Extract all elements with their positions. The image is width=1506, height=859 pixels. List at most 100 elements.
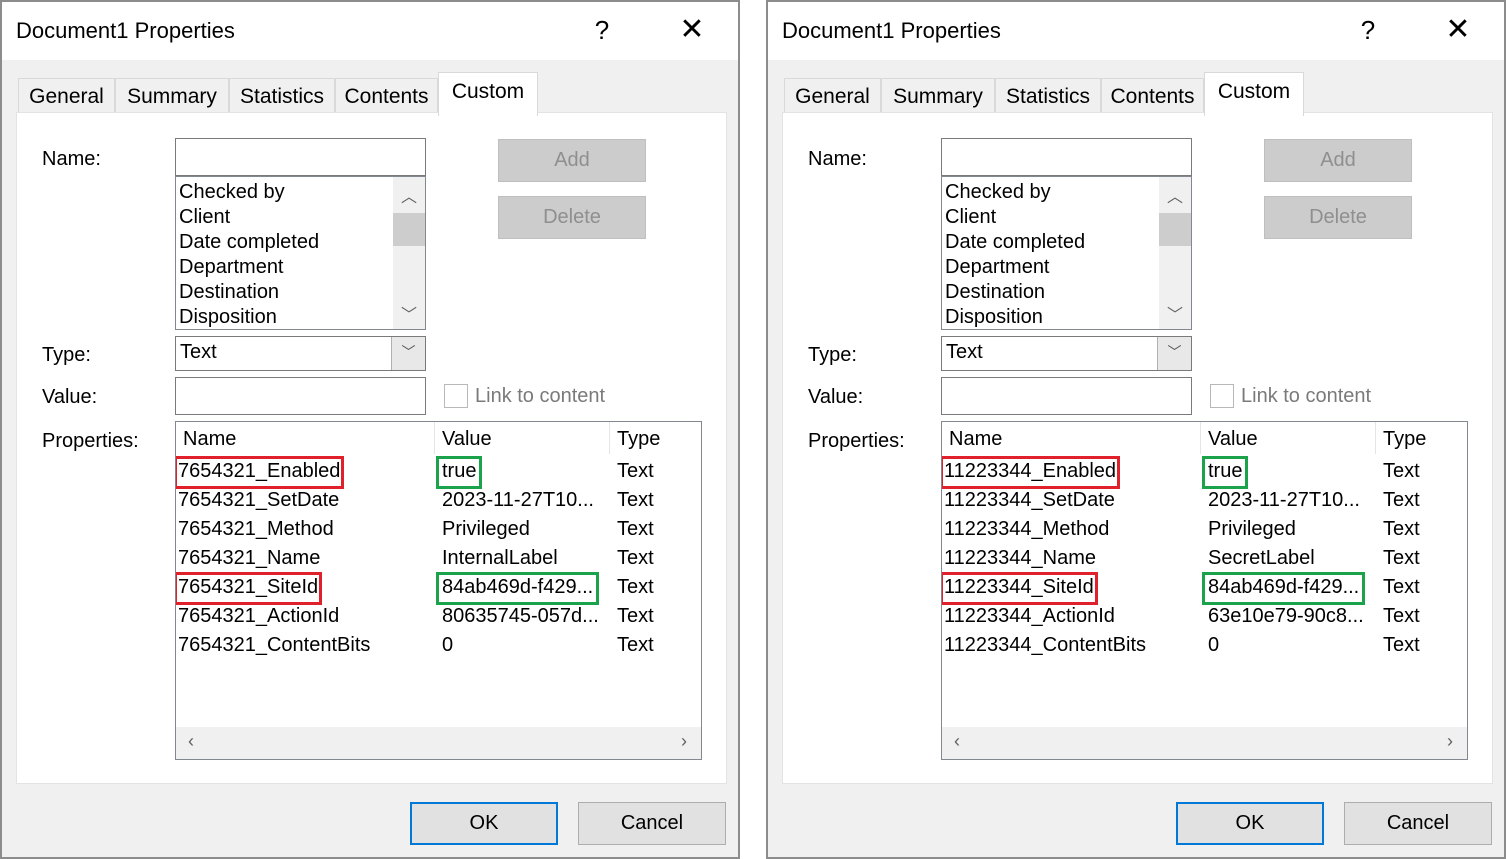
row-value-cell[interactable]: Privileged: [442, 515, 530, 544]
listbox-scrollbar[interactable]: ︿ ﹀: [393, 177, 425, 329]
delete-button[interactable]: Delete: [498, 196, 646, 239]
row-type-cell[interactable]: Text: [1383, 515, 1420, 544]
column-header-name[interactable]: Name: [949, 428, 1002, 451]
row-name-cell[interactable]: 11223344_Name: [944, 544, 1096, 573]
row-value-cell[interactable]: 2023-11-27T10...: [442, 486, 594, 515]
list-item[interactable]: Disposition: [945, 305, 1043, 329]
tab-statistics[interactable]: Statistics: [995, 78, 1101, 114]
horizontal-scrollbar[interactable]: ‹ ›: [176, 727, 701, 759]
ok-button[interactable]: OK: [410, 802, 558, 845]
tab-contents[interactable]: Contents: [1101, 78, 1204, 114]
tab-summary[interactable]: Summary: [881, 78, 995, 114]
row-type-cell[interactable]: Text: [617, 573, 654, 602]
listbox-scrollbar[interactable]: ︿ ﹀: [1159, 177, 1191, 329]
row-value-cell[interactable]: true: [442, 457, 476, 486]
tab-general[interactable]: General: [18, 78, 115, 114]
name-listbox[interactable]: Checked by Client Date completed Departm…: [175, 176, 426, 330]
properties-listview[interactable]: Name Value Type 7654321_Enabled true Text 7…: [175, 421, 702, 760]
row-type-cell[interactable]: Text: [617, 515, 654, 544]
row-type-cell[interactable]: Text: [1383, 486, 1420, 515]
column-header-value[interactable]: Value: [1208, 428, 1258, 451]
link-to-content-checkbox[interactable]: [1210, 384, 1234, 408]
close-button[interactable]: ✕: [672, 10, 712, 50]
row-value-cell[interactable]: Privileged: [1208, 515, 1296, 544]
horizontal-scrollbar[interactable]: ‹ ›: [942, 727, 1467, 759]
row-type-cell[interactable]: Text: [1383, 544, 1420, 573]
row-value-cell[interactable]: SecretLabel: [1208, 544, 1315, 573]
ok-button[interactable]: OK: [1176, 802, 1324, 845]
scroll-thumb[interactable]: [393, 213, 425, 246]
row-value-cell[interactable]: 0: [442, 631, 453, 660]
list-item[interactable]: Destination: [179, 280, 279, 305]
chevron-down-icon[interactable]: ﹀: [1159, 301, 1191, 325]
cancel-button[interactable]: Cancel: [1344, 802, 1492, 845]
value-input[interactable]: [941, 377, 1192, 415]
row-type-cell[interactable]: Text: [1383, 457, 1420, 486]
column-divider[interactable]: [609, 422, 610, 454]
row-name-cell[interactable]: 11223344_Method: [944, 515, 1109, 544]
row-value-cell[interactable]: 63e10e79-90c8...: [1208, 602, 1364, 631]
name-input[interactable]: [941, 138, 1192, 176]
list-item[interactable]: Department: [945, 255, 1050, 280]
column-header-type[interactable]: Type: [617, 428, 660, 451]
chevron-up-icon[interactable]: ︿: [1159, 183, 1191, 207]
row-name-cell[interactable]: 7654321_ActionId: [178, 602, 339, 631]
type-select[interactable]: Text ﹀: [175, 336, 426, 371]
close-button[interactable]: ✕: [1438, 10, 1478, 50]
tab-general[interactable]: General: [784, 78, 881, 114]
row-type-cell[interactable]: Text: [617, 544, 654, 573]
chevron-left-icon[interactable]: ‹: [954, 731, 960, 752]
tab-summary[interactable]: Summary: [115, 78, 229, 114]
name-input[interactable]: [175, 138, 426, 176]
column-divider[interactable]: [1375, 422, 1376, 454]
tab-contents[interactable]: Contents: [335, 78, 438, 114]
column-header-name[interactable]: Name: [183, 428, 236, 451]
row-name-cell[interactable]: 11223344_SiteId: [944, 573, 1094, 602]
row-value-cell[interactable]: 84ab469d-f429...: [442, 573, 593, 602]
properties-listview[interactable]: Name Value Type 11223344_Enabled true Text…: [941, 421, 1468, 760]
row-type-cell[interactable]: Text: [617, 486, 654, 515]
add-button[interactable]: Add: [498, 139, 646, 182]
list-item[interactable]: Checked by: [945, 180, 1051, 205]
list-item[interactable]: Client: [945, 205, 996, 230]
row-value-cell[interactable]: 80635745-057d...: [442, 602, 599, 631]
row-name-cell[interactable]: 7654321_Method: [178, 515, 334, 544]
row-name-cell[interactable]: 11223344_SetDate: [944, 486, 1115, 515]
tab-statistics[interactable]: Statistics: [229, 78, 335, 114]
row-value-cell[interactable]: 84ab469d-f429...: [1208, 573, 1359, 602]
row-type-cell[interactable]: Text: [1383, 602, 1420, 631]
chevron-right-icon[interactable]: ›: [681, 731, 687, 752]
row-value-cell[interactable]: InternalLabel: [442, 544, 558, 573]
column-header-value[interactable]: Value: [442, 428, 492, 451]
row-type-cell[interactable]: Text: [617, 631, 654, 660]
column-divider[interactable]: [1200, 422, 1201, 454]
row-type-cell[interactable]: Text: [1383, 631, 1420, 660]
row-name-cell[interactable]: 11223344_ActionId: [944, 602, 1115, 631]
scroll-thumb[interactable]: [1159, 213, 1191, 246]
chevron-up-icon[interactable]: ︿: [393, 183, 425, 207]
column-divider[interactable]: [434, 422, 435, 454]
list-item[interactable]: Date completed: [179, 230, 319, 255]
chevron-down-icon[interactable]: ﹀: [393, 301, 425, 325]
row-value-cell[interactable]: 2023-11-27T10...: [1208, 486, 1360, 515]
column-header-type[interactable]: Type: [1383, 428, 1426, 451]
row-type-cell[interactable]: Text: [617, 602, 654, 631]
row-value-cell[interactable]: 0: [1208, 631, 1219, 660]
list-item[interactable]: Checked by: [179, 180, 285, 205]
delete-button[interactable]: Delete: [1264, 196, 1412, 239]
chevron-right-icon[interactable]: ›: [1447, 731, 1453, 752]
type-select[interactable]: Text ﹀: [941, 336, 1192, 371]
list-item[interactable]: Client: [179, 205, 230, 230]
list-item[interactable]: Destination: [945, 280, 1045, 305]
row-name-cell[interactable]: 11223344_ContentBits: [944, 631, 1146, 660]
chevron-left-icon[interactable]: ‹: [188, 731, 194, 752]
value-input[interactable]: [175, 377, 426, 415]
row-name-cell[interactable]: 11223344_Enabled: [944, 457, 1116, 486]
row-type-cell[interactable]: Text: [617, 457, 654, 486]
chevron-down-icon[interactable]: ﹀: [1157, 337, 1191, 370]
link-to-content-checkbox[interactable]: [444, 384, 468, 408]
list-item[interactable]: Disposition: [179, 305, 277, 329]
cancel-button[interactable]: Cancel: [578, 802, 726, 845]
row-name-cell[interactable]: 7654321_SiteId: [178, 573, 318, 602]
help-button[interactable]: ?: [584, 10, 620, 50]
